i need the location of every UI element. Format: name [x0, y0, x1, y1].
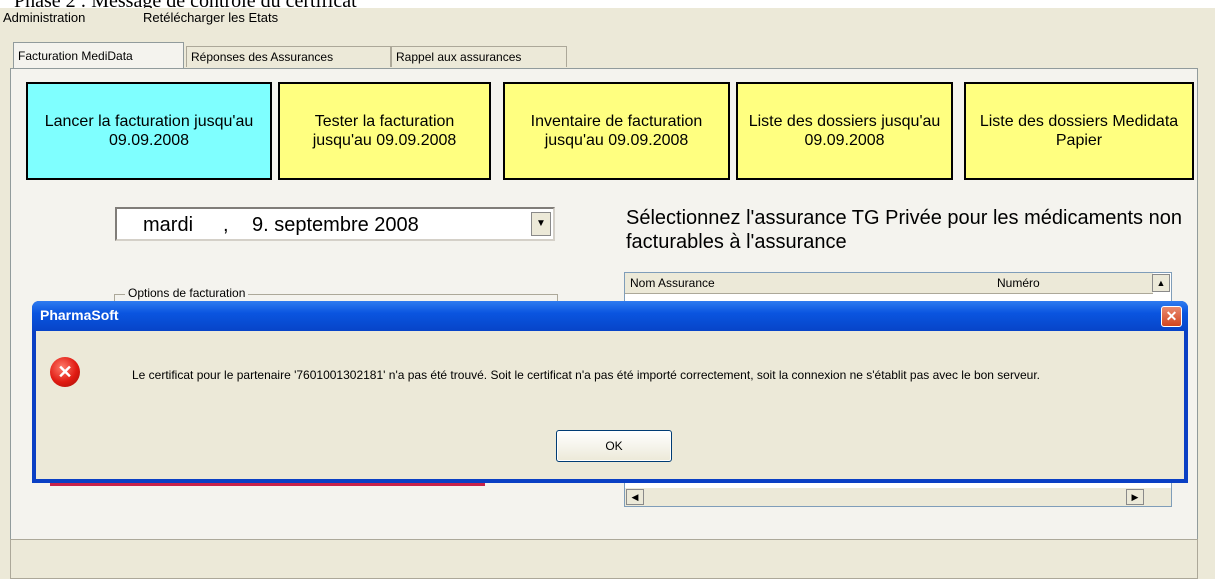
- dialog-message: Le certificat pour le partenaire '760100…: [132, 368, 1040, 382]
- tab-rappel-assurances[interactable]: Rappel aux assurances: [391, 46, 567, 67]
- error-dialog: PharmaSoft ✕ ✕ Le certificat pour le par…: [32, 301, 1188, 483]
- red-underline: [50, 483, 485, 486]
- date-weekday: mardi: [143, 214, 194, 236]
- inventaire-facturation-button[interactable]: Inventaire de facturation jusqu'au 09.09…: [503, 82, 730, 180]
- liste-dossiers-medidata-papier-button[interactable]: Liste des dossiers Medidata Papier: [964, 82, 1194, 180]
- menu-retelecharger-etats[interactable]: Retélécharger les Etats: [143, 10, 278, 25]
- tester-facturation-button[interactable]: Tester la facturation jusqu'au 09.09.200…: [278, 82, 491, 180]
- status-bar: [10, 539, 1198, 579]
- ok-button[interactable]: OK: [556, 430, 672, 462]
- column-numero[interactable]: Numéro: [997, 276, 1040, 290]
- tab-facturation-medidata[interactable]: Facturation MediData: [13, 42, 184, 68]
- menu-administration[interactable]: Administration: [3, 10, 85, 25]
- insurance-heading: Sélectionnez l'assurance TG Privée pour …: [626, 207, 1182, 253]
- tab-reponses-assurances[interactable]: Réponses des Assurances: [186, 46, 391, 67]
- menu-bar: Administration Retélécharger les Etats: [0, 8, 1215, 32]
- dialog-titlebar[interactable]: PharmaSoft ✕: [32, 301, 1188, 331]
- scroll-right-icon[interactable]: ▶: [1126, 489, 1144, 505]
- scroll-up-icon[interactable]: ▲: [1152, 274, 1170, 292]
- liste-dossiers-button[interactable]: Liste des dossiers jusqu'au 09.09.2008: [736, 82, 953, 180]
- close-icon[interactable]: ✕: [1161, 306, 1182, 327]
- date-picker[interactable]: mardi , 9. septembre 2008 ▼: [115, 207, 555, 241]
- horizontal-scrollbar[interactable]: ◀ ▶: [625, 488, 1171, 506]
- grid-header: Nom Assurance Numéro: [625, 273, 1153, 294]
- lancer-facturation-button[interactable]: Lancer la facturation jusqu'au 09.09.200…: [26, 82, 272, 180]
- date-separator: ,: [223, 214, 229, 236]
- error-icon: ✕: [50, 357, 80, 387]
- options-facturation-label: Options de facturation: [125, 286, 249, 300]
- dialog-title: PharmaSoft: [40, 307, 119, 323]
- column-nom-assurance[interactable]: Nom Assurance: [630, 276, 715, 290]
- scroll-left-icon[interactable]: ◀: [626, 489, 644, 505]
- chevron-down-icon[interactable]: ▼: [531, 212, 551, 236]
- date-value: 9. septembre 2008: [252, 214, 419, 236]
- dialog-body: ✕ Le certificat pour le partenaire '7601…: [36, 331, 1184, 479]
